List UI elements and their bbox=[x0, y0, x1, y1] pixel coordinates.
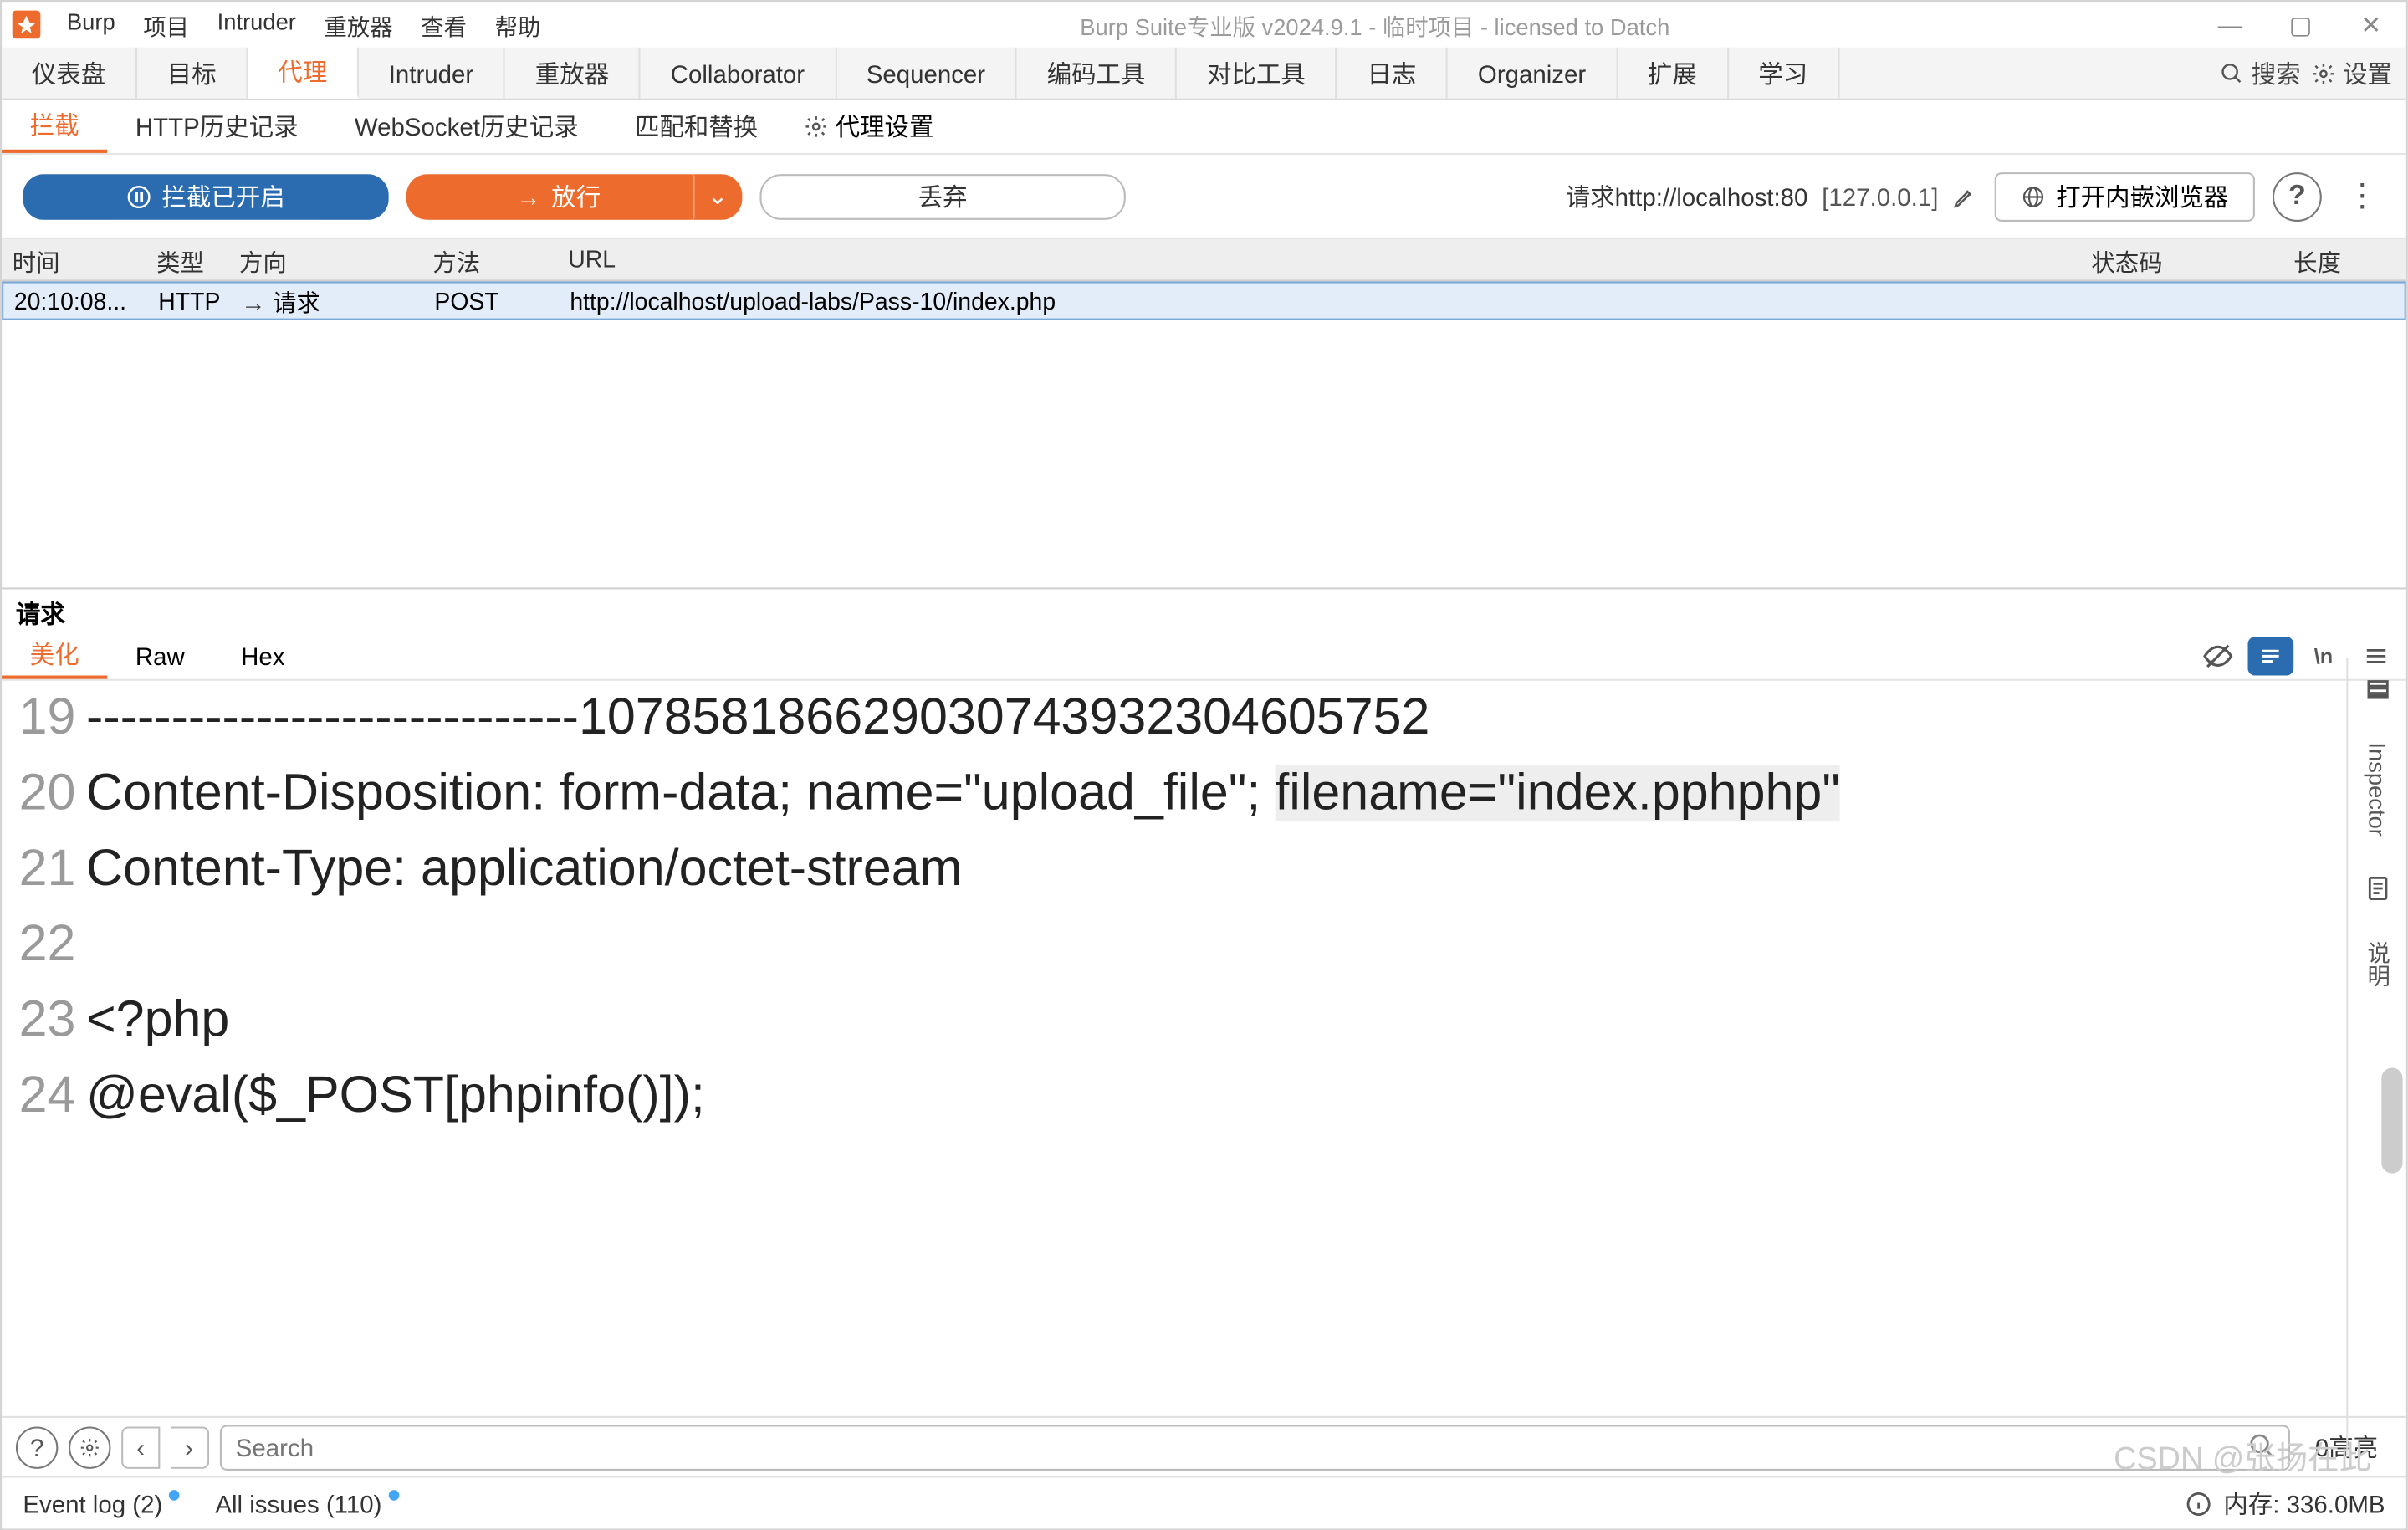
more-menu[interactable]: ⋮ bbox=[2339, 177, 2385, 214]
code-content[interactable]: -----------------------------10785818662… bbox=[86, 681, 2406, 1416]
minimize-button[interactable]: — bbox=[2195, 10, 2265, 40]
menu-intruder[interactable]: Intruder bbox=[203, 8, 310, 41]
target-url: http://localhost:80 bbox=[1615, 182, 1808, 211]
tab-dashboard[interactable]: 仪表盘 bbox=[2, 48, 137, 99]
cell-time: 20:10:08... bbox=[3, 288, 147, 315]
edit-icon[interactable] bbox=[1952, 184, 1976, 208]
tab-learn[interactable]: 学习 bbox=[1729, 48, 1839, 99]
subtab-ws-history[interactable]: WebSocket历史记录 bbox=[326, 100, 606, 153]
maximize-button[interactable]: ▢ bbox=[2266, 10, 2336, 40]
newline-icon[interactable]: \n bbox=[2301, 636, 2347, 674]
watermark: CSDN @张扬在此 bbox=[2114, 1434, 2371, 1480]
desc-icon[interactable] bbox=[2359, 872, 2395, 907]
globe-icon bbox=[2021, 184, 2045, 208]
reqtab-pretty[interactable]: 美化 bbox=[2, 632, 107, 679]
subtab-http-history[interactable]: HTTP历史记录 bbox=[107, 100, 326, 153]
pause-icon bbox=[126, 184, 151, 208]
app-menu: Burp 项目 Intruder 重放器 查看 帮助 bbox=[53, 8, 555, 41]
tab-sequencer[interactable]: Sequencer bbox=[836, 48, 1017, 99]
request-editor[interactable]: 192021222324 ---------------------------… bbox=[2, 681, 2406, 1416]
arrow-right-icon: → bbox=[241, 289, 273, 317]
arrow-right-icon: → bbox=[516, 182, 540, 211]
reqtab-raw[interactable]: Raw bbox=[107, 632, 212, 679]
subtab-intercept[interactable]: 拦截 bbox=[2, 100, 107, 153]
request-panel-title: 请求 bbox=[2, 589, 2406, 631]
open-browser-button[interactable]: 打开内嵌浏览器 bbox=[1995, 171, 2255, 221]
chevron-down-icon: ⌄ bbox=[708, 182, 729, 212]
inspector-label[interactable]: Inspector bbox=[2364, 742, 2390, 836]
tab-target[interactable]: 目标 bbox=[137, 48, 248, 99]
reqtab-hex[interactable]: Hex bbox=[212, 632, 313, 679]
cell-type: HTTP bbox=[148, 288, 231, 315]
line-gutter: 192021222324 bbox=[2, 681, 86, 1416]
info-icon[interactable] bbox=[2185, 1489, 2213, 1517]
app-icon bbox=[13, 11, 41, 39]
forward-button[interactable]: → 放行 bbox=[406, 173, 711, 219]
tab-intruder[interactable]: Intruder bbox=[359, 48, 505, 99]
global-settings[interactable]: 设置 bbox=[2311, 55, 2392, 90]
status-bar: Event log (2) All issues (110) 内存: 336.0… bbox=[2, 1476, 2406, 1528]
drop-button[interactable]: 丢弃 bbox=[759, 173, 1125, 219]
tab-collaborator[interactable]: Collaborator bbox=[641, 48, 836, 99]
tab-organizer[interactable]: Organizer bbox=[1448, 48, 1618, 99]
menu-repeater[interactable]: 重放器 bbox=[310, 8, 407, 41]
search-prev-button[interactable]: ‹ bbox=[121, 1425, 160, 1467]
col-length[interactable]: 长度 bbox=[2283, 242, 2406, 277]
close-button[interactable]: ✕ bbox=[2336, 10, 2406, 40]
col-time[interactable]: 时间 bbox=[2, 242, 146, 277]
search-next-button[interactable]: › bbox=[171, 1425, 209, 1467]
all-issues-link[interactable]: All issues (110) bbox=[215, 1489, 399, 1517]
col-url[interactable]: URL bbox=[558, 246, 2081, 273]
main-tabs: 仪表盘 目标 代理 Intruder 重放器 Collaborator Sequ… bbox=[2, 48, 2406, 100]
editor-search-bar: ? ‹ › 0高亮 bbox=[2, 1416, 2406, 1476]
inspector-sidebar: Inspector 说明 bbox=[2346, 658, 2405, 1455]
cell-url: http://localhost/upload-labs/Pass-10/ind… bbox=[560, 288, 2079, 315]
table-header: 时间 类型 方向 方法 URL 状态码 长度 bbox=[2, 239, 2406, 281]
intercept-table: 时间 类型 方向 方法 URL 状态码 长度 20:10:08... HTTP … bbox=[2, 239, 2406, 589]
col-type[interactable]: 类型 bbox=[146, 242, 229, 277]
tab-proxy[interactable]: 代理 bbox=[248, 48, 359, 99]
gear-icon bbox=[2311, 61, 2335, 85]
search-help-button[interactable]: ? bbox=[16, 1425, 58, 1467]
table-row[interactable]: 20:10:08... HTTP →请求 POST http://localho… bbox=[2, 281, 2406, 320]
col-method[interactable]: 方法 bbox=[422, 242, 558, 277]
titlebar: Burp 项目 Intruder 重放器 查看 帮助 Burp Suite专业版… bbox=[2, 2, 2406, 48]
search-icon bbox=[2220, 61, 2244, 85]
help-button[interactable]: ? bbox=[2273, 171, 2322, 221]
intercept-toggle-button[interactable]: 拦截已开启 bbox=[23, 173, 388, 219]
proxy-settings-link[interactable]: 代理设置 bbox=[804, 109, 934, 144]
memory-status: 内存: 336.0MB bbox=[2223, 1486, 2385, 1521]
menu-help[interactable]: 帮助 bbox=[481, 8, 555, 41]
desc-label[interactable]: 说明 bbox=[2360, 942, 2394, 988]
tab-logger[interactable]: 日志 bbox=[1337, 48, 1448, 99]
target-info: 请求http://localhost:80 [127.0.0.1] bbox=[1566, 178, 1977, 213]
search-input[interactable] bbox=[220, 1424, 2291, 1470]
toggle-visibility-icon[interactable] bbox=[2195, 636, 2241, 674]
tab-repeater[interactable]: 重放器 bbox=[505, 48, 641, 99]
proxy-subtabs: 拦截 HTTP历史记录 WebSocket历史记录 匹配和替换 代理设置 bbox=[2, 100, 2406, 155]
col-status[interactable]: 状态码 bbox=[2081, 242, 2283, 277]
tab-decoder[interactable]: 编码工具 bbox=[1017, 48, 1177, 99]
col-direction[interactable]: 方向 bbox=[228, 242, 422, 277]
gear-icon bbox=[804, 115, 828, 139]
toggle-wrap-icon[interactable] bbox=[2248, 636, 2294, 674]
inspector-icon[interactable] bbox=[2359, 672, 2395, 707]
target-ip: [127.0.0.1] bbox=[1822, 182, 1938, 211]
menu-view[interactable]: 查看 bbox=[406, 8, 480, 41]
request-view-tabs: 美化 Raw Hex \n bbox=[2, 632, 2406, 681]
window-title: Burp Suite专业版 v2024.9.1 - 临时项目 - license… bbox=[555, 8, 2195, 41]
cell-direction: →请求 bbox=[230, 284, 423, 319]
subtab-match-replace[interactable]: 匹配和替换 bbox=[606, 100, 785, 153]
search-settings-button[interactable] bbox=[69, 1425, 110, 1467]
request-prefix: 请求 bbox=[1566, 182, 1615, 211]
tab-extensions[interactable]: 扩展 bbox=[1618, 48, 1728, 99]
cell-method: POST bbox=[424, 288, 560, 315]
global-search[interactable]: 搜索 bbox=[2220, 55, 2301, 90]
forward-dropdown[interactable]: ⌄ bbox=[693, 173, 743, 219]
intercept-action-bar: 拦截已开启 → 放行 ⌄ 丢弃 请求http://localhost:80 [1… bbox=[2, 155, 2406, 239]
menu-burp[interactable]: Burp bbox=[53, 8, 129, 41]
menu-project[interactable]: 项目 bbox=[129, 8, 202, 41]
event-log-link[interactable]: Event log (2) bbox=[23, 1489, 180, 1517]
tab-comparer[interactable]: 对比工具 bbox=[1177, 48, 1337, 99]
